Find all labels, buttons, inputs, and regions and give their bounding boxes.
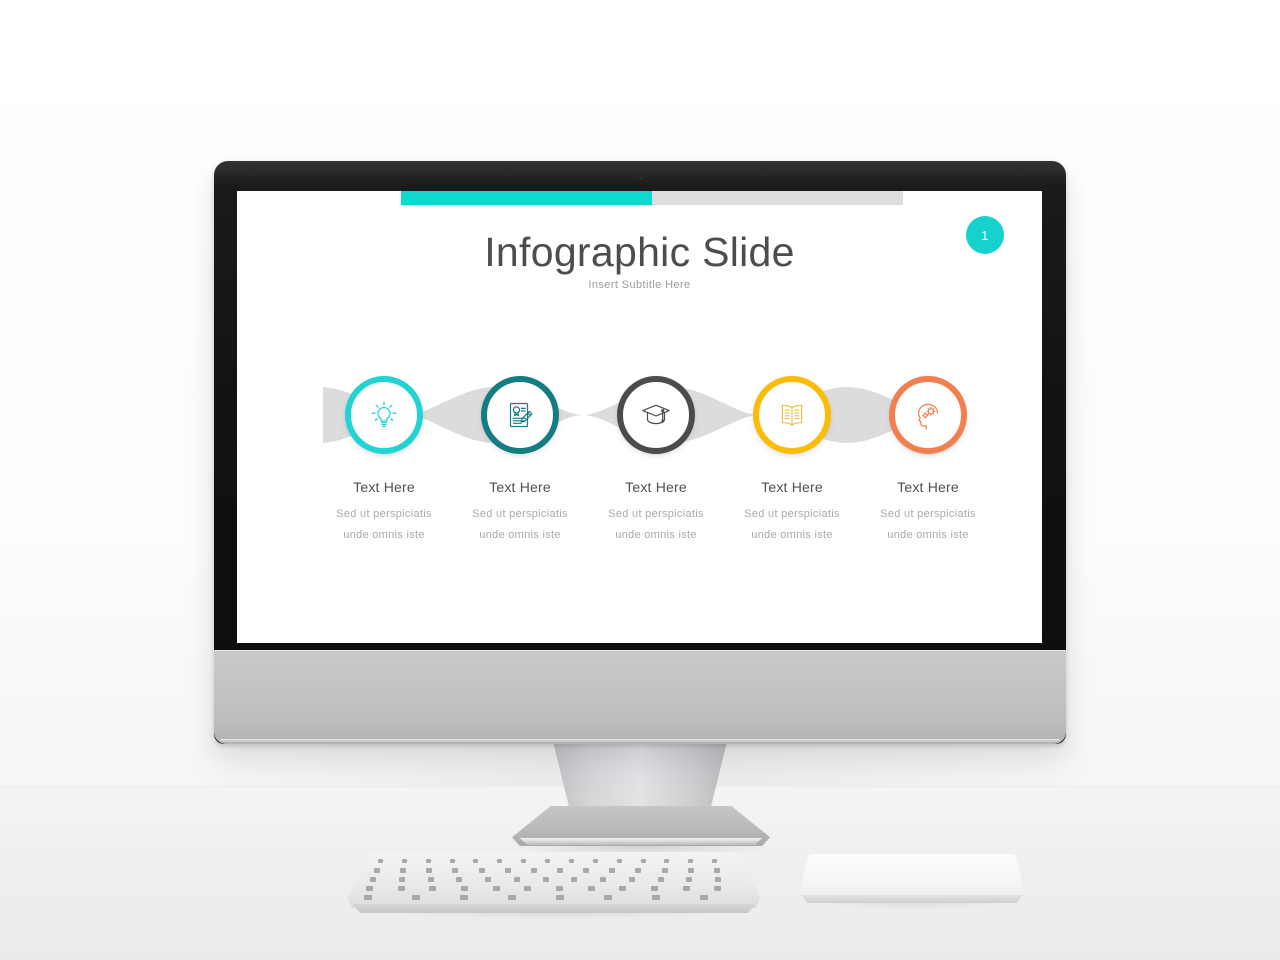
keyboard-key (400, 868, 407, 873)
keyboard-key (568, 859, 574, 863)
keyboard-key (664, 859, 670, 863)
keyboard-key (397, 886, 405, 891)
step-node-2[interactable] (481, 376, 559, 454)
keyboard-key (521, 859, 527, 863)
keyboard-key (504, 868, 511, 873)
keyboard[interactable] (348, 852, 760, 913)
bezel-gloss (214, 161, 1066, 187)
keyboard-key (412, 895, 420, 900)
keyboard-key (473, 859, 479, 863)
keyboard-key (398, 877, 405, 882)
keyboard-key (700, 895, 708, 900)
graduation-cap-icon (617, 376, 695, 454)
monitor: 1 Infographic Slide Insert Subtitle Here (214, 161, 1066, 744)
trackpad-surface (798, 854, 1026, 898)
step-node-3[interactable] (617, 376, 695, 454)
keyboard-key (687, 868, 694, 873)
step-node-5[interactable] (889, 376, 967, 454)
keyboard-key (557, 868, 563, 873)
keyboard-key (370, 877, 376, 882)
presentation-slide[interactable]: 1 Infographic Slide Insert Subtitle Here (237, 191, 1042, 643)
keyboard-key (460, 895, 468, 900)
keyboard-key (682, 886, 690, 891)
keyboard-key (485, 877, 492, 882)
scene: 1 Infographic Slide Insert Subtitle Here (0, 0, 1280, 960)
keyboard-key (635, 868, 642, 873)
step-node-1[interactable] (345, 376, 423, 454)
keyboard-key (628, 877, 635, 882)
keyboard-edge (352, 904, 756, 913)
keyboard-key (426, 868, 433, 873)
keyboard-key (492, 886, 500, 891)
keyboard-key (609, 868, 616, 873)
keyboard-key (556, 886, 563, 891)
keyboard-key (524, 886, 532, 891)
keyboard-key (688, 859, 694, 863)
slide-title: Infographic Slide (484, 229, 795, 275)
monitor-chin (214, 650, 1066, 744)
head-gears-icon (889, 376, 967, 454)
keyboard-key (657, 877, 664, 882)
keyboard-key (366, 886, 373, 891)
caption-line-2: unde omnis iste (887, 529, 969, 542)
keyboard-key (714, 886, 722, 891)
keyboard-key (619, 886, 627, 891)
keyboard-key (449, 859, 455, 863)
infographic-flow: Text Here Sed ut perspiciatis unde omnis… (237, 351, 1042, 611)
keyboard-key (461, 886, 468, 891)
step-caption-5: Text Here Sed ut perspiciatis unde omnis… (848, 479, 1008, 547)
caption-title: Text Here (897, 479, 959, 495)
keyboard-key (508, 895, 516, 900)
keyboard-key (583, 868, 590, 873)
keyboard-key (456, 877, 463, 882)
caption-line-1: Sed ut perspiciatis (880, 508, 976, 520)
step-node-4[interactable] (753, 376, 831, 454)
monitor-stand-base-edge (519, 838, 763, 845)
keyboard-key (452, 868, 459, 873)
keyboard-key (587, 886, 595, 891)
keyboard-key (530, 868, 537, 873)
keyboard-key (651, 886, 658, 891)
keyboard-key (713, 868, 720, 873)
keyboard-key (542, 877, 549, 882)
keyboard-key (715, 877, 722, 882)
keyboard-key (640, 859, 646, 863)
keyboard-key (592, 859, 598, 863)
lightbulb-icon (345, 376, 423, 454)
open-book-icon (753, 376, 831, 454)
keyboard-key (600, 877, 607, 882)
keyboard-key (429, 886, 437, 891)
keyboard-keys (348, 852, 760, 908)
keyboard-key (571, 877, 578, 882)
keyboard-key (425, 859, 431, 863)
keyboard-key (616, 859, 622, 863)
keyboard-key (652, 895, 660, 900)
slide-subtitle: Insert Subtitle Here (588, 279, 691, 291)
keyboard-key (513, 877, 520, 882)
keyboard-key (478, 868, 485, 873)
keyboard-key (378, 859, 383, 863)
keyboard-key (497, 859, 503, 863)
keyboard-key (604, 895, 612, 900)
keyboard-key (401, 859, 407, 863)
progress-bar-fill (401, 191, 652, 205)
keyboard-key (556, 895, 564, 900)
keyboard-key (364, 895, 372, 900)
keyboard-key (686, 877, 693, 882)
keyboard-key (427, 877, 434, 882)
keyboard-key (374, 868, 380, 873)
keyboard-key (712, 859, 718, 863)
progress-bar-track (401, 191, 903, 205)
keyboard-key (661, 868, 668, 873)
webcam-icon (637, 176, 643, 181)
document-pencil-icon (481, 376, 559, 454)
trackpad-edge (801, 895, 1023, 903)
keyboard-key (545, 859, 551, 863)
trackpad[interactable] (798, 854, 1026, 903)
